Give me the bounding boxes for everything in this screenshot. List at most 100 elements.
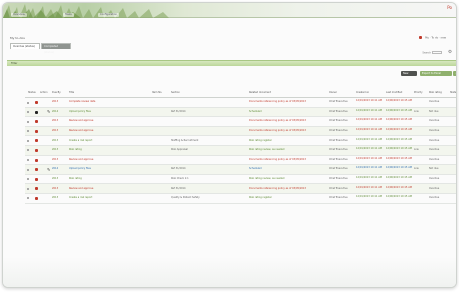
- col-action[interactable]: Action: [40, 91, 48, 94]
- row-checkbox[interactable]: [27, 149, 29, 152]
- cell-created: 12/01/2013 10:11 AM: [356, 156, 382, 160]
- cell-section: Quality & Patient Safety: [171, 196, 200, 200]
- cell-title[interactable]: Review and approve: [69, 158, 149, 161]
- header-banner: Overview Tasks Configuration Po: [3, 3, 456, 18]
- cell-related: Scheduled: [249, 109, 262, 113]
- cell-risk: Not due: [429, 109, 439, 113]
- cell-due: 2014: [52, 167, 59, 171]
- more-button[interactable]: ...: [453, 71, 456, 76]
- status-flag-icon: [35, 168, 38, 172]
- table-row[interactable]: 2013 Review and approve Ref 31/2014 Documen…: [25, 184, 456, 194]
- cell-owner: Chief Executive: [329, 128, 348, 132]
- cell-risk: Overdue: [429, 196, 440, 200]
- cell-related: Documents referencing policy as of 03/05…: [249, 186, 306, 190]
- cell-modified: 12/06/2013 10:15 AM: [386, 127, 412, 131]
- cell-due: 2013: [52, 148, 59, 152]
- cell-title[interactable]: Complete review data: [69, 100, 149, 103]
- cell-title[interactable]: Upload policy files: [69, 110, 149, 113]
- cell-risk: Overdue: [429, 128, 440, 132]
- table-row[interactable]: 2013 Create a risk report Quality & Patien…: [25, 194, 456, 204]
- row-checkbox[interactable]: [27, 101, 29, 104]
- cell-created: 12/01/2013 10:11 AM: [356, 195, 382, 199]
- cell-title[interactable]: Upload policy files: [69, 167, 149, 170]
- table-row[interactable]: 2013 Review and approve Documents referenc…: [25, 126, 456, 137]
- export-excel-button[interactable]: Export to Excel: [420, 71, 452, 76]
- cell-risk: Overdue: [429, 176, 440, 180]
- tab-completed[interactable]: Completed (status): [41, 43, 71, 54]
- row-checkbox[interactable]: [27, 197, 29, 200]
- col-status[interactable]: Status: [28, 91, 36, 94]
- search-area[interactable]: Search: [422, 51, 442, 55]
- table-row[interactable]: 2013 Review and approve Documents referenc…: [25, 117, 456, 127]
- table-row[interactable]: 2013 Create a risk report Staffing & Recru…: [25, 136, 456, 146]
- cell-title[interactable]: Create a risk report: [69, 196, 149, 199]
- cell-created: 12/01/2013 10:11 AM: [356, 127, 382, 131]
- row-checkbox[interactable]: [27, 111, 29, 114]
- row-checkbox[interactable]: [27, 130, 29, 133]
- edit-pencil-icon[interactable]: ✎: [47, 167, 50, 172]
- cell-title[interactable]: Risk rating: [69, 148, 149, 151]
- col-priority[interactable]: Priority: [414, 91, 423, 94]
- cell-created: 12/01/2013 10:11 AM: [356, 108, 382, 112]
- row-checkbox[interactable]: [27, 139, 29, 142]
- col-itemno[interactable]: Item No.: [152, 91, 162, 94]
- new-button[interactable]: New: [401, 71, 417, 76]
- cell-related: Documents referencing policy as of 03/05…: [249, 100, 306, 104]
- row-checkbox[interactable]: [27, 187, 29, 190]
- col-modified[interactable]: Last modified: [386, 91, 402, 94]
- tab-overdue[interactable]: Overdue (status): [10, 43, 40, 49]
- cell-due: 2013: [52, 128, 59, 132]
- cell-owner: Chief Executive: [329, 109, 348, 113]
- row-checkbox[interactable]: [27, 178, 29, 181]
- col-section[interactable]: Section: [171, 91, 180, 94]
- col-risk[interactable]: Risk rating: [429, 91, 442, 94]
- cell-owner: Chief Executive: [329, 138, 348, 142]
- col-created[interactable]: Created on: [356, 91, 369, 94]
- cell-priority: Low: [414, 167, 419, 171]
- row-checkbox[interactable]: [27, 168, 29, 171]
- edit-pencil-icon[interactable]: ✎: [47, 109, 50, 114]
- cell-due: 2013: [52, 196, 59, 200]
- banner-tab-configuration[interactable]: Configuration: [98, 13, 119, 17]
- gear-icon[interactable]: ⚙: [448, 50, 452, 55]
- cell-created: 12/01/2013 10:11 AM: [356, 166, 382, 170]
- search-input[interactable]: [432, 51, 442, 54]
- col-owner[interactable]: Owner: [329, 91, 337, 94]
- col-title[interactable]: Title: [69, 91, 74, 94]
- status-flag-icon: [35, 177, 38, 181]
- table-row[interactable]: ✎ 2014 Upload policy files Ref 31/2014 Sched…: [25, 107, 456, 118]
- cell-owner: Chief Executive: [329, 148, 348, 152]
- cell-risk: Overdue: [429, 148, 440, 152]
- cell-title[interactable]: Create a risk report: [69, 139, 149, 142]
- table-row[interactable]: ✎ 2014 Upload policy files Ref 31/2014 Sched…: [25, 165, 456, 175]
- status-flag-icon: [35, 139, 38, 143]
- cell-due: 2013: [52, 157, 59, 161]
- top-actions[interactable]: My · To do · new: [419, 36, 446, 40]
- cell-risk: Overdue: [429, 138, 440, 142]
- breadcrumb: My to-dos: [10, 36, 25, 40]
- cell-title[interactable]: Review and approve: [69, 129, 149, 132]
- cell-due: 2013: [52, 119, 59, 123]
- banner-tab-tasks[interactable]: Tasks: [63, 13, 74, 17]
- cell-risk: Overdue: [429, 119, 440, 123]
- cell-title[interactable]: Review and approve: [69, 119, 149, 122]
- row-checkbox[interactable]: [27, 159, 29, 162]
- cell-section: Ref 31/2014: [171, 186, 186, 190]
- alert-icon: [419, 36, 423, 39]
- col-due[interactable]: Due By: [52, 91, 61, 94]
- cell-title[interactable]: Review and approve: [69, 187, 149, 190]
- cell-due: 2014: [52, 109, 59, 113]
- col-related[interactable]: Related document: [249, 91, 271, 94]
- row-checkbox[interactable]: [27, 120, 29, 123]
- table-row[interactable]: 2013 Risk rating Risk Appraisal Risk rating…: [25, 145, 456, 156]
- bottom-fade: [3, 257, 456, 287]
- table-row[interactable]: 2013 Risk rating Risk Check 2.1 Risk rating…: [25, 175, 456, 185]
- cell-created: 12/01/2013 10:11 AM: [356, 147, 382, 151]
- cell-title[interactable]: Risk rating: [69, 177, 149, 180]
- banner-tab-overview[interactable]: Overview: [11, 13, 27, 17]
- table-row[interactable]: 2013 Review and approve Documents referenc…: [25, 156, 456, 166]
- cell-section: Ref 31/2014: [171, 109, 186, 113]
- table-row[interactable]: 2013 Complete review data Documents refere…: [25, 98, 456, 108]
- filter-bar[interactable]: Filter: [7, 60, 456, 66]
- col-state[interactable]: State: [450, 91, 456, 94]
